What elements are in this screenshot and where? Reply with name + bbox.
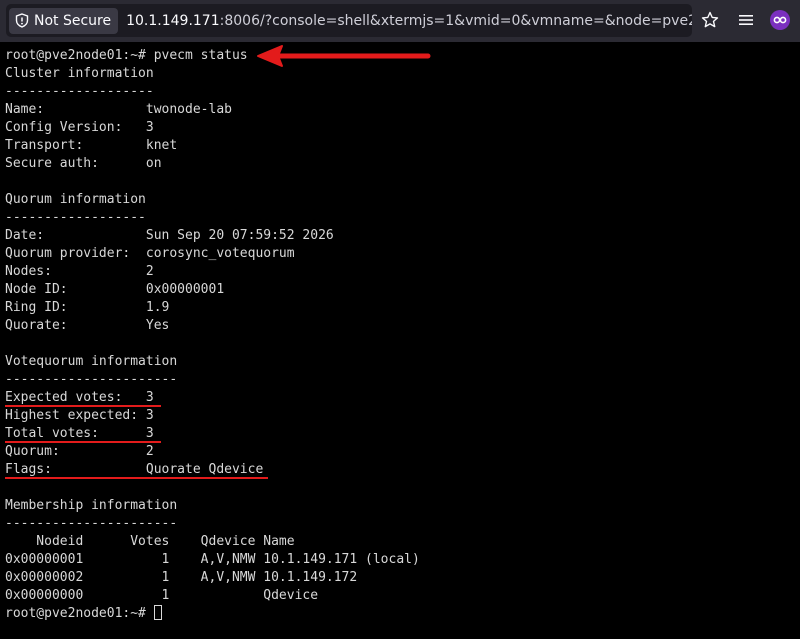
terminal-line: Quorum: 2	[5, 444, 154, 459]
hamburger-menu-icon	[739, 15, 753, 25]
terminal-line: Transport: knet	[5, 138, 178, 153]
star-icon	[701, 11, 719, 28]
terminal-area[interactable]: root@pve2node01:~# pvecm status Cluster …	[0, 42, 800, 639]
terminal-line: Config Version: 3	[5, 120, 154, 135]
terminal-prompt: root@pve2node01:~#	[5, 606, 154, 621]
terminal-line: Node ID: 0x00000001	[5, 282, 225, 297]
terminal-line: 0x00000002 1 A,V,NMW 10.1.149.172	[5, 570, 358, 585]
terminal-line: Quorum information	[5, 192, 146, 207]
terminal-line: Date: Sun Sep 20 07:59:52 2026	[5, 228, 334, 243]
terminal-prompt-line[interactable]: root@pve2node01:~#	[5, 605, 420, 623]
terminal-output: root@pve2node01:~# pvecm status Cluster …	[5, 47, 420, 623]
terminal-line: Ring ID: 1.9	[5, 300, 170, 315]
terminal-line: Highest expected: 3	[5, 408, 154, 423]
terminal-line: ------------------	[5, 210, 146, 225]
security-label: Not Secure	[34, 12, 112, 29]
url-host: 10.1.149.171	[126, 12, 220, 29]
terminal-line: Secure auth: on	[5, 156, 162, 171]
terminal-line: Nodeid Votes Qdevice Name	[5, 534, 295, 549]
annotation-underline-flags	[5, 477, 268, 479]
terminal-cursor	[153, 605, 162, 620]
url-path: :8006/?console=shell&xtermjs=1&vmid=0&vm…	[219, 12, 692, 29]
security-indicator[interactable]: Not Secure	[9, 7, 119, 34]
url-text[interactable]: 10.1.149.171:8006/?console=shell&xtermjs…	[126, 13, 692, 29]
terminal-line: 0x00000000 1 Qdevice	[5, 588, 319, 603]
terminal-line: ----------------------	[5, 516, 178, 531]
terminal-line: Votequorum information	[5, 354, 178, 369]
terminal-line: Quorate: Yes	[5, 318, 170, 333]
extension-button[interactable]	[770, 10, 790, 30]
browser-toolbar: Not Secure 10.1.149.171:8006/?console=sh…	[0, 0, 800, 42]
extension-icon	[773, 16, 787, 24]
terminal-line: Quorum provider: corosync_votequorum	[5, 246, 295, 261]
terminal-line: Membership information	[5, 498, 178, 513]
shield-icon	[15, 13, 29, 28]
terminal-line: ----------------------	[5, 372, 178, 387]
annotation-underline-expected-votes	[5, 405, 161, 407]
terminal-line: 0x00000001 1 A,V,NMW 10.1.149.171 (local…	[5, 552, 420, 567]
annotation-underline-total-votes	[5, 441, 161, 443]
terminal-line: Nodes: 2	[5, 264, 154, 279]
annotation-arrow	[257, 45, 431, 67]
url-bar[interactable]: Not Secure 10.1.149.171:8006/?console=sh…	[6, 4, 692, 37]
bookmark-button[interactable]	[698, 8, 722, 32]
app-menu-button[interactable]	[734, 8, 758, 32]
terminal-line: Name: twonode-lab	[5, 102, 232, 117]
